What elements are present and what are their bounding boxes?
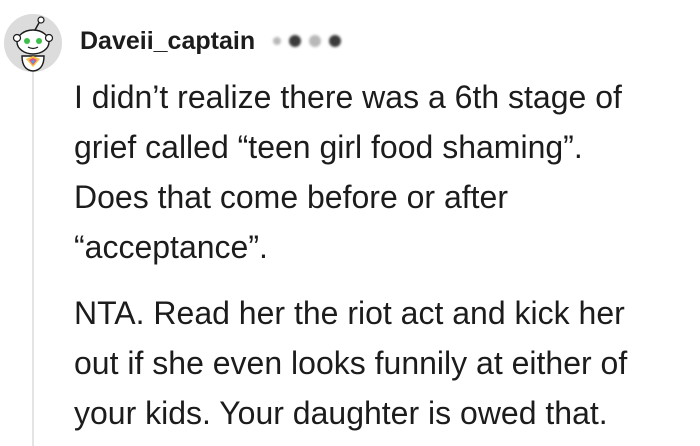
comment-paragraph: NTA. Read her the riot act and kick her … (74, 288, 690, 438)
text-line: your kids. Your daughter is owed that. (74, 395, 608, 431)
blurred-mark (309, 35, 322, 47)
user-avatar[interactable] (4, 14, 62, 72)
snoo-avatar-icon (4, 14, 62, 72)
text-line: I didn’t realize there was a 6th stage o… (74, 79, 622, 115)
comment-body: I didn’t realize there was a 6th stage o… (74, 72, 690, 438)
comment: Daveii_captain I didn’t realize there wa… (0, 0, 700, 446)
thread-line[interactable] (32, 72, 34, 446)
blurred-metadata (273, 35, 342, 47)
text-line: out if she even looks funnily at either … (74, 345, 628, 381)
blurred-mark (273, 37, 282, 45)
text-line: Does that come before or after (74, 179, 508, 215)
blurred-mark (289, 35, 302, 47)
text-line: grief called “teen girl food shaming”. (74, 129, 583, 165)
text-line: “acceptance”. (74, 229, 268, 265)
blurred-mark (329, 35, 342, 47)
text-line: NTA. Read her the riot act and kick her (74, 295, 625, 331)
comment-header: Daveii_captain (80, 23, 342, 59)
comment-paragraph: I didn’t realize there was a 6th stage o… (74, 72, 690, 272)
comment-author[interactable]: Daveii_captain (80, 27, 255, 56)
